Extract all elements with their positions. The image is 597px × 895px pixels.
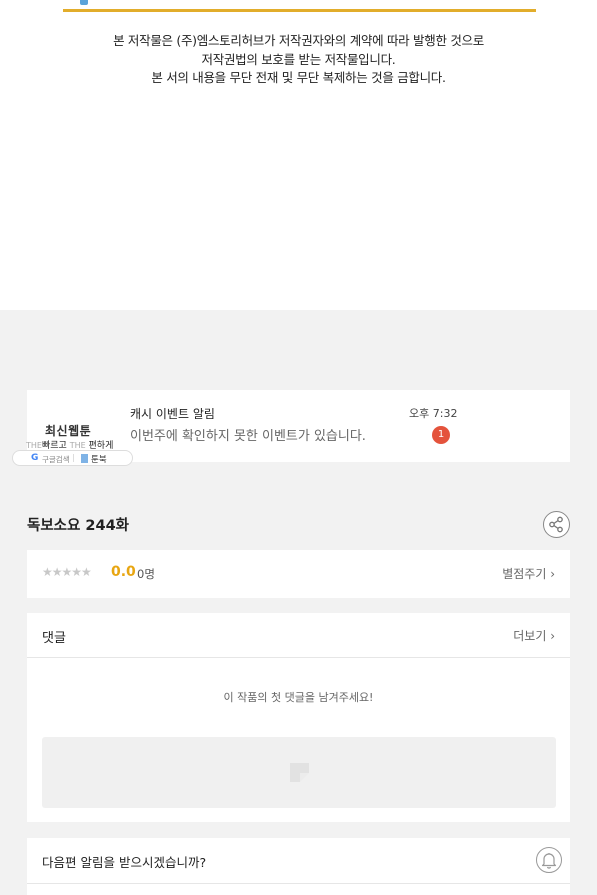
share-button[interactable]: [543, 511, 570, 538]
episode-title: 독보소요 244화: [27, 518, 130, 534]
notification-title: 캐시 이벤트 알림: [130, 407, 215, 421]
book-icon: [81, 454, 88, 463]
rating-row: ★★★★★ 0.0 0명 별점주기 ›: [27, 550, 570, 598]
comment-icon: [290, 763, 309, 782]
rate-button[interactable]: 별점주기 ›: [502, 565, 555, 582]
copyright-section: 본 저작물은 (주)엠스토리허브가 저작권자와의 계약에 따라 발행한 것으로 …: [0, 0, 597, 310]
comments-section: 댓글 더보기 › 이 작품의 첫 댓글을 남겨주세요!: [27, 613, 570, 822]
comment-input[interactable]: [42, 737, 556, 808]
bell-icon: [541, 853, 557, 869]
google-search-label: 구글검색: [42, 455, 70, 464]
copyright-line-3: 본 서의 내용을 무단 전재 및 무단 복제하는 것을 금합니다.: [151, 70, 446, 85]
alarm-question: 다음편 알림을 받으시겠습니까?: [42, 855, 207, 870]
logo-fragment: [80, 0, 88, 5]
brand-name: 최신웹툰: [45, 424, 92, 438]
alarm-toggle-button[interactable]: [536, 847, 562, 873]
rating-score: 0.0: [111, 564, 136, 580]
notification-time: 오후 7:32: [409, 407, 458, 420]
comments-empty-message: 이 작품의 첫 댓글을 남겨주세요!: [223, 691, 374, 704]
notification-badge: 1: [432, 426, 450, 444]
comments-label: 댓글: [42, 631, 66, 646]
comments-more-link[interactable]: 더보기 ›: [513, 627, 555, 644]
notification-message: 이번주에 확인하지 못한 이벤트가 있습니다.: [130, 429, 366, 444]
google-icon: G: [31, 453, 39, 463]
copyright-notice: 본 저작물은 (주)엠스토리허브가 저작권자와의 계약에 따라 발행한 것으로 …: [0, 32, 597, 88]
rating-stars: ★★★★★: [42, 565, 92, 579]
toonbook-label: 툰북: [91, 455, 107, 465]
copyright-line-2: 저작권법의 보호를 받는 저작물입니다.: [201, 51, 396, 67]
brand-search-pill[interactable]: G 구글검색 툰북: [12, 450, 133, 466]
site-brand-logo[interactable]: 최신웹툰 THE빠르고 THE 편하게 G 구글검색 툰북: [12, 418, 134, 468]
share-icon: [549, 516, 563, 533]
comments-header: 댓글 더보기 ›: [27, 613, 570, 658]
rating-count: 0명: [137, 567, 155, 581]
copyright-line-1: 본 저작물은 (주)엠스토리허브가 저작권자와의 계약에 따라 발행한 것으로: [113, 33, 484, 48]
divider-bar: [63, 9, 536, 12]
next-episode-alarm: 다음편 알림을 받으시겠습니까?: [27, 838, 570, 895]
